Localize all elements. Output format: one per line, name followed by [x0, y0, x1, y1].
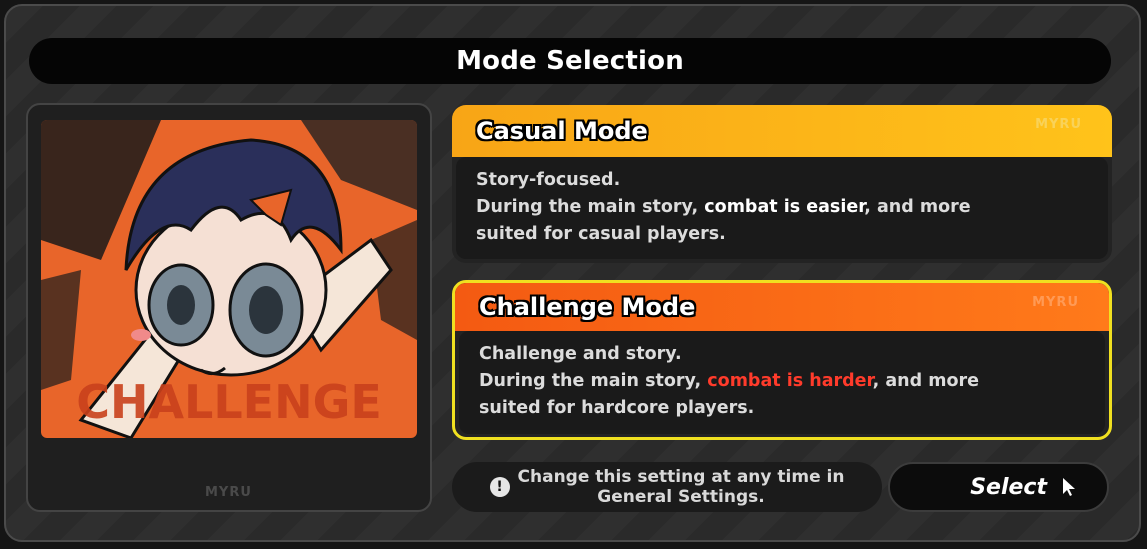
dialog-title: Mode Selection [29, 38, 1111, 84]
challenge-mode-title: Challenge Mode [479, 293, 696, 321]
cursor-arrow-icon [1063, 478, 1075, 496]
settings-hint-text: Change this setting at any time in Gener… [518, 467, 845, 507]
casual-desc-line3: suited for casual players. [476, 224, 726, 244]
challenge-desc-line1: Challenge and story. [479, 344, 682, 364]
preview-art-text: CHALLENGE [76, 375, 382, 429]
casual-desc-line2: During the main story, combat is easier,… [476, 194, 1088, 221]
challenge-desc-highlight: combat is harder [707, 371, 873, 391]
challenge-desc-line3: suited for hardcore players. [479, 398, 755, 418]
challenge-mode-watermark: MYRU [1032, 295, 1079, 310]
challenge-mode-header: Challenge Mode MYRU [455, 283, 1109, 331]
panel-watermark: MYRU [205, 485, 252, 500]
info-icon: ! [489, 477, 510, 497]
casual-desc-prefix: During the main story, [476, 197, 705, 217]
casual-desc-line1: Story-focused. [476, 170, 621, 190]
challenge-desc-suffix: , and more [872, 371, 979, 391]
challenge-mode-card[interactable]: Challenge Mode MYRU Challenge and story.… [452, 280, 1112, 440]
challenge-desc-prefix: During the main story, [479, 371, 708, 391]
challenge-mode-description: Challenge and story. During the main sto… [459, 331, 1105, 434]
dialog-title-text: Mode Selection [456, 46, 684, 76]
casual-mode-description: Story-focused. During the main story, co… [456, 157, 1108, 259]
settings-hint: ! Change this setting at any time in Gen… [452, 462, 882, 512]
casual-mode-watermark: MYRU [1035, 117, 1082, 132]
casual-desc-highlight: combat is easier [704, 197, 865, 217]
casual-mode-title: Casual Mode [476, 117, 648, 145]
casual-mode-card[interactable]: Casual Mode MYRU Story-focused. During t… [452, 105, 1112, 263]
select-button-label: Select [970, 474, 1047, 500]
chibi-character-illustration: CHALLENGE [41, 120, 417, 438]
mode-preview-image: CHALLENGE [41, 120, 417, 438]
challenge-desc-line2: During the main story, combat is harder,… [479, 368, 1085, 395]
select-button[interactable]: Select [888, 462, 1109, 512]
casual-mode-header: Casual Mode MYRU [452, 105, 1112, 157]
settings-hint-line1: Change this setting at any time in [517, 467, 845, 487]
settings-hint-line2: General Settings. [597, 487, 765, 507]
casual-desc-suffix: , and more [864, 197, 971, 217]
